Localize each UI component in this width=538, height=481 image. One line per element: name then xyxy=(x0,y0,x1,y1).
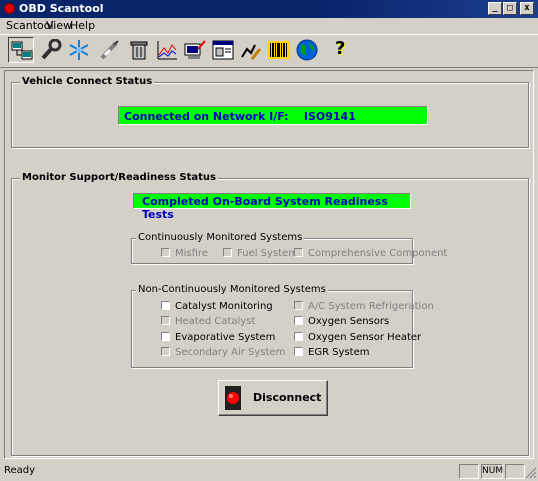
vin-button[interactable] xyxy=(266,37,292,63)
noncontinuous-monitors-label: Non-Continuously Monitored Systems xyxy=(136,284,328,295)
vehicle-connect-label: Vehicle Connect Status xyxy=(20,76,155,87)
clear-codes-button[interactable] xyxy=(126,37,152,63)
wrench-icon xyxy=(41,39,62,60)
checkbox-box[interactable] xyxy=(294,316,303,325)
app-window: OBD Scantool _ □ x Scantool View Help ? … xyxy=(0,0,538,481)
checkbox-label: Secondary Air System xyxy=(175,347,286,358)
connect-button[interactable] xyxy=(8,37,34,63)
oxygen-sensor-heater-checkbox[interactable]: Oxygen Sensor Heater xyxy=(294,332,421,343)
trash-can-icon xyxy=(130,41,148,60)
catalyst-monitoring-checkbox[interactable]: Catalyst Monitoring xyxy=(161,301,273,312)
secondary-air-system-checkbox[interactable]: Secondary Air System xyxy=(161,347,285,358)
graph-button[interactable] xyxy=(154,37,180,63)
maximize-button[interactable]: □ xyxy=(503,2,517,15)
checkbox-box[interactable] xyxy=(294,248,303,257)
vehicle-connect-group: Vehicle Connect Status Connected on Netw… xyxy=(11,76,529,148)
connection-status-text: Connected on Network I/F: ISO9141 xyxy=(124,110,356,123)
menu-help[interactable]: Help xyxy=(70,19,95,32)
checkbox-box[interactable] xyxy=(294,347,303,356)
disconnect-label: Disconnect xyxy=(253,391,322,404)
monitor-pencil-icon xyxy=(184,40,206,59)
oxygen-sensors-checkbox[interactable]: Oxygen Sensors xyxy=(294,316,389,327)
settings-button[interactable] xyxy=(38,37,64,63)
readiness-status-text: Completed On-Board System Readiness Test… xyxy=(142,195,388,221)
checkbox-box[interactable] xyxy=(294,332,303,341)
globe-icon xyxy=(296,39,318,61)
monitor-button[interactable] xyxy=(182,37,208,63)
checkbox-label: Misfire xyxy=(175,248,208,259)
red-lamp-icon xyxy=(225,386,241,410)
continuous-monitors-label: Continuously Monitored Systems xyxy=(136,232,305,243)
egr-system-checkbox[interactable]: EGR System xyxy=(294,347,369,358)
checkbox-label: Catalyst Monitoring xyxy=(175,301,273,312)
evaporative-system-checkbox[interactable]: Evaporative System xyxy=(161,332,275,343)
chart-icon xyxy=(157,41,177,60)
checkbox-label: Comprehensive Component xyxy=(308,248,448,259)
disconnect-button[interactable]: Disconnect xyxy=(218,380,328,416)
sensor-button[interactable] xyxy=(96,37,122,63)
misfire-checkbox[interactable]: Misfire xyxy=(161,248,208,259)
report-button[interactable] xyxy=(210,37,236,63)
continuous-monitors-group: Continuously Monitored Systems Misfire F… xyxy=(131,232,447,264)
window-title: OBD Scantool xyxy=(19,2,104,15)
fuel-system-checkbox[interactable]: Fuel System xyxy=(223,248,298,259)
checkbox-label: Oxygen Sensors xyxy=(308,316,390,327)
checkbox-box[interactable] xyxy=(161,332,170,341)
status-pane-caps xyxy=(459,464,479,479)
spark-plug-icon xyxy=(100,40,119,60)
app-icon[interactable] xyxy=(4,3,15,14)
help-icon: ? xyxy=(335,38,346,59)
main-panel: Vehicle Connect Status Connected on Netw… xyxy=(4,70,534,459)
status-pane-num: NUM xyxy=(481,464,503,479)
close-button[interactable]: x xyxy=(520,2,534,15)
help-button[interactable]: ? xyxy=(328,37,354,63)
internet-button[interactable] xyxy=(294,37,320,63)
checkbox-label: Evaporative System xyxy=(175,332,276,343)
ac-refrigeration-checkbox[interactable]: A/C System Refrigeration xyxy=(294,301,434,312)
connection-status-box: Connected on Network I/F: ISO9141 xyxy=(118,106,428,125)
checkbox-box[interactable] xyxy=(161,301,170,310)
checkbox-box[interactable] xyxy=(223,248,232,257)
noncontinuous-monitors-group: Non-Continuously Monitored Systems Catal… xyxy=(131,284,434,368)
checkbox-label: Fuel System xyxy=(237,248,298,259)
connect-icon xyxy=(11,41,33,60)
toolbar: ? xyxy=(0,34,538,68)
edit-graph-button[interactable] xyxy=(238,37,264,63)
graph-pencil-icon xyxy=(241,44,262,60)
readiness-status-box: Completed On-Board System Readiness Test… xyxy=(133,193,411,221)
resize-grip-icon[interactable] xyxy=(525,467,537,479)
checkbox-box[interactable] xyxy=(161,347,170,356)
checkbox-box[interactable] xyxy=(161,248,170,257)
checkbox-label: Heated Catalyst xyxy=(175,316,256,327)
monitor-readiness-label: Monitor Support/Readiness Status xyxy=(20,172,218,183)
menu-view[interactable]: View xyxy=(46,19,72,32)
checkbox-box[interactable] xyxy=(294,301,303,310)
checkbox-label: A/C System Refrigeration xyxy=(308,301,434,312)
checkbox-box[interactable] xyxy=(161,316,170,325)
status-pane-scroll xyxy=(505,464,525,479)
title-bar[interactable]: OBD Scantool _ □ x xyxy=(0,0,538,18)
comprehensive-component-checkbox[interactable]: Comprehensive Component xyxy=(294,248,447,259)
checkbox-label: Oxygen Sensor Heater xyxy=(308,332,422,343)
heated-catalyst-checkbox[interactable]: Heated Catalyst xyxy=(161,316,255,327)
status-bar: Ready NUM xyxy=(0,462,538,481)
freeze-frame-button[interactable] xyxy=(66,37,92,63)
menu-bar: Scantool View Help xyxy=(0,18,538,33)
status-text: Ready xyxy=(4,465,36,476)
barcode-icon xyxy=(268,41,290,59)
window-doc-icon xyxy=(212,40,234,60)
minimize-button[interactable]: _ xyxy=(488,2,502,15)
snowflake-icon xyxy=(69,40,89,60)
checkbox-label: EGR System xyxy=(308,347,370,358)
